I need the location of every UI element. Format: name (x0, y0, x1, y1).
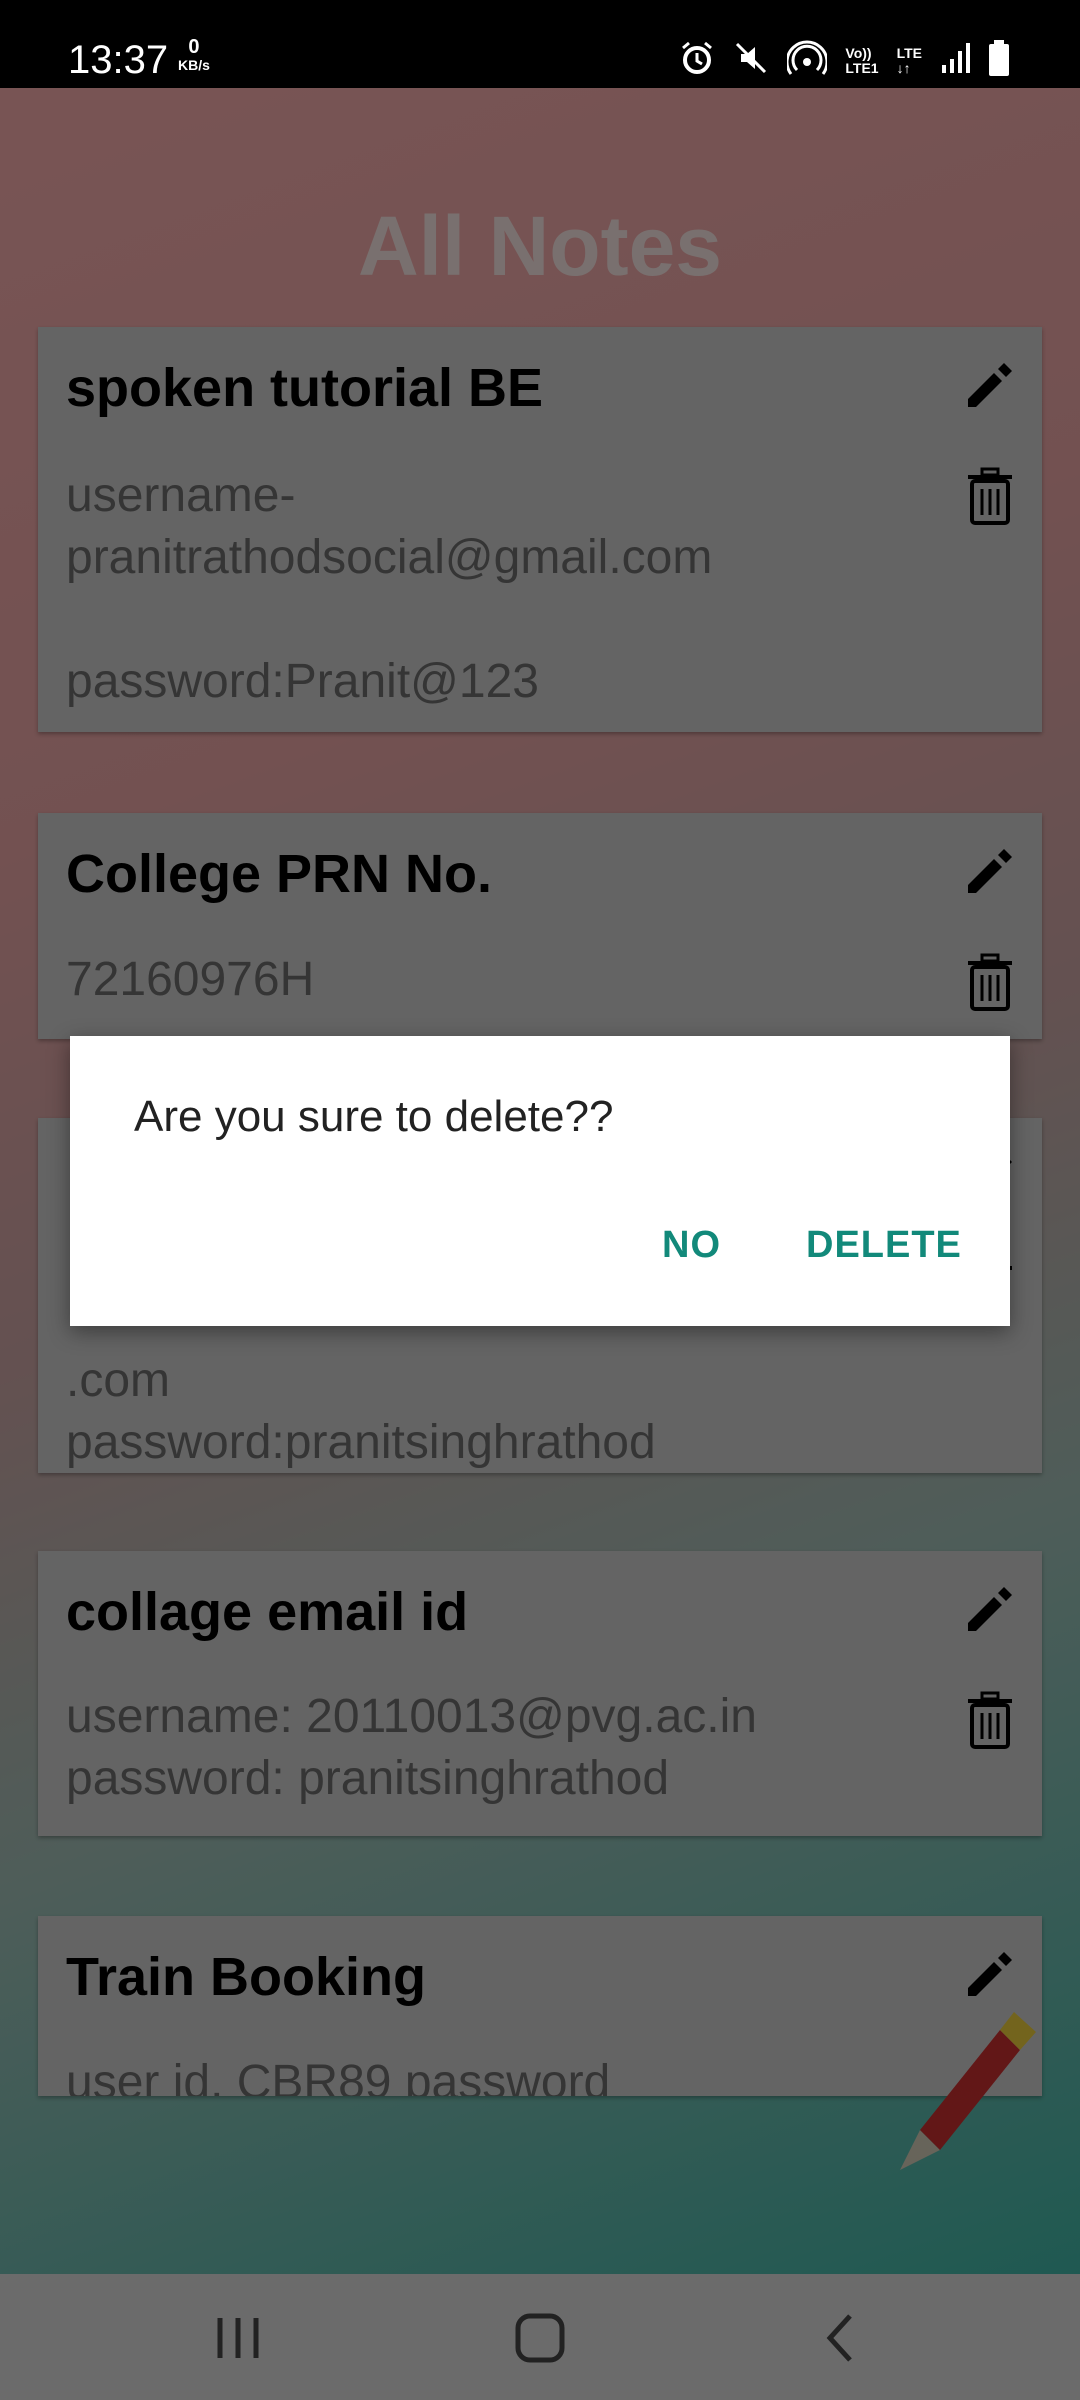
home-button[interactable] (510, 2308, 570, 2368)
network-speed: 0 KB/s (178, 36, 210, 74)
volte-icon: Vo)) LTE1 (845, 44, 879, 76)
network-speed-unit: KB/s (178, 57, 210, 73)
status-bar: 13:37 0 KB/s Vo)) LTE1 LTE ↓↑ (0, 0, 1080, 88)
alarm-icon (679, 40, 715, 81)
navigation-bar (0, 2274, 1080, 2400)
dialog-message: Are you sure to delete?? (134, 1092, 614, 1141)
delete-button[interactable]: DELETE (806, 1224, 962, 1267)
lte-icon: LTE ↓↑ (896, 44, 922, 76)
no-button[interactable]: NO (662, 1224, 721, 1267)
network-speed-value: 0 (188, 36, 200, 58)
status-icons: Vo)) LTE1 LTE ↓↑ (679, 40, 1010, 81)
hotspot-icon (785, 40, 829, 81)
status-time: 13:37 (68, 38, 169, 82)
battery-icon (988, 40, 1010, 81)
recent-apps-button[interactable] (208, 2308, 268, 2368)
back-button[interactable] (812, 2308, 872, 2368)
signal-icon (940, 43, 970, 78)
delete-confirm-dialog: Are you sure to delete?? NO DELETE (70, 1036, 1010, 1326)
mute-icon (733, 40, 769, 81)
